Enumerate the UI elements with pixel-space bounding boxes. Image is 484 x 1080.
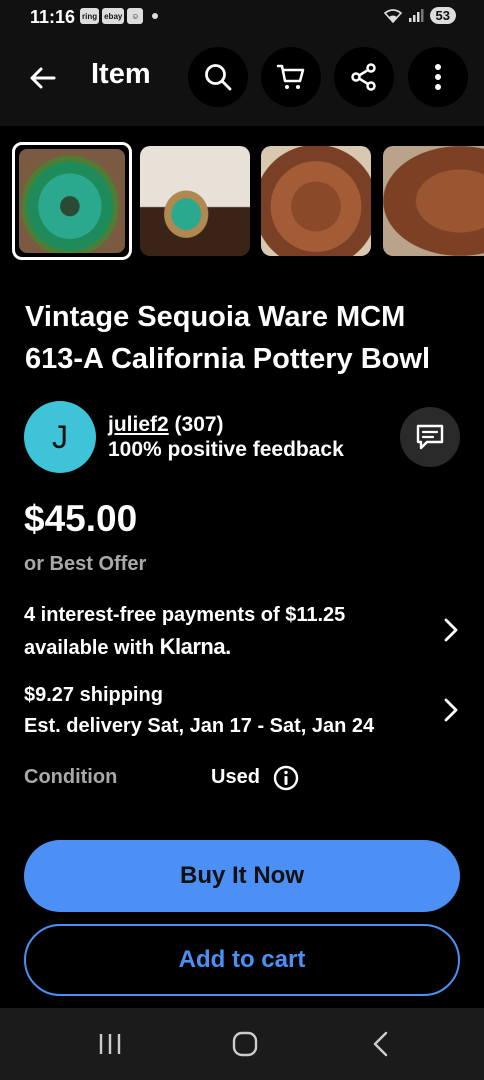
chevron-right-icon <box>444 618 458 642</box>
payments-line-2-prefix: available with <box>24 637 155 659</box>
chevron-right-icon <box>444 698 458 722</box>
avatar[interactable]: J <box>24 401 96 473</box>
recents-icon <box>99 1034 121 1054</box>
face-notification-icon: ☺ <box>127 8 144 24</box>
thumbnail-1[interactable] <box>12 142 132 260</box>
signal-icon <box>408 8 424 22</box>
bowl-photo-3 <box>261 146 371 256</box>
thumbnail-4[interactable] <box>383 146 484 256</box>
delivery-estimate: Est. delivery Sat, Jan 17 - Sat, Jan 24 <box>24 715 375 737</box>
status-bar: 11:16 ring ebay ☺ 53 <box>0 0 484 34</box>
ring-notification-icon: ring <box>80 8 100 24</box>
notification-icons: ring ebay ☺ <box>80 8 159 24</box>
best-offer-text: or Best Offer <box>24 553 147 575</box>
cart-button[interactable] <box>261 47 321 107</box>
ebay-notification-icon: ebay <box>102 8 125 24</box>
payments-line-1: 4 interest-free payments of $11.25 <box>24 604 346 626</box>
condition-label: Condition <box>24 766 118 788</box>
seller-name-line: julief2 (307) <box>108 413 224 437</box>
wifi-icon <box>383 8 402 23</box>
app-bar: Item <box>0 34 484 126</box>
back-icon <box>373 1031 388 1057</box>
seller-feedback-percent: 100% positive feedback <box>108 438 344 461</box>
battery-indicator: 53 <box>429 7 456 24</box>
more-notifications-dot-icon <box>152 13 159 19</box>
home-icon <box>232 1031 258 1057</box>
seller-info: J julief2 (307) 100% positive feedback <box>24 400 464 476</box>
buy-it-now-button[interactable]: Buy It Now <box>24 840 460 912</box>
more-vert-icon <box>435 64 441 90</box>
message-seller-button[interactable] <box>400 407 460 467</box>
system-nav-bar <box>0 1008 484 1080</box>
shipping-row[interactable]: $9.27 shipping Est. delivery Sat, Jan 17… <box>24 680 464 746</box>
image-gallery[interactable] <box>0 140 484 262</box>
payments-row[interactable]: 4 interest-free payments of $11.25 avail… <box>24 600 464 666</box>
back-arrow-icon <box>30 67 56 89</box>
bowl-photo-4 <box>383 146 484 256</box>
home-button[interactable] <box>225 1028 265 1060</box>
page-title: Item <box>91 58 151 90</box>
shipping-cost: $9.27 shipping <box>24 684 163 706</box>
price: $45.00 <box>24 498 138 539</box>
listing-title: Vintage Sequoia Ware MCM 613-A Californi… <box>25 301 431 375</box>
klarna-logo: Klarna. <box>159 634 232 659</box>
message-icon <box>416 424 444 450</box>
more-options-button[interactable] <box>408 47 468 107</box>
status-time: 11:16 <box>30 7 76 27</box>
share-icon <box>351 63 376 91</box>
thumbnail-2[interactable] <box>140 146 250 256</box>
thumbnail-3[interactable] <box>261 146 371 256</box>
seller-username-link[interactable]: julief2 <box>108 413 169 436</box>
share-button[interactable] <box>334 47 394 107</box>
system-back-button[interactable] <box>360 1028 400 1060</box>
payments-line-2: available with Klarna. <box>24 631 464 664</box>
search-button[interactable] <box>188 47 248 107</box>
bowl-photo-2 <box>140 146 250 256</box>
bowl-photo-1 <box>19 149 125 253</box>
search-icon <box>205 64 232 91</box>
condition-value: Used <box>211 766 260 788</box>
back-button[interactable] <box>22 58 62 98</box>
recents-button[interactable] <box>90 1028 130 1060</box>
seller-feedback-count: (307) <box>174 413 224 436</box>
info-icon[interactable] <box>273 765 299 791</box>
cart-icon <box>276 64 305 89</box>
status-right: 53 <box>383 7 456 24</box>
add-to-cart-button[interactable]: Add to cart <box>24 924 460 996</box>
